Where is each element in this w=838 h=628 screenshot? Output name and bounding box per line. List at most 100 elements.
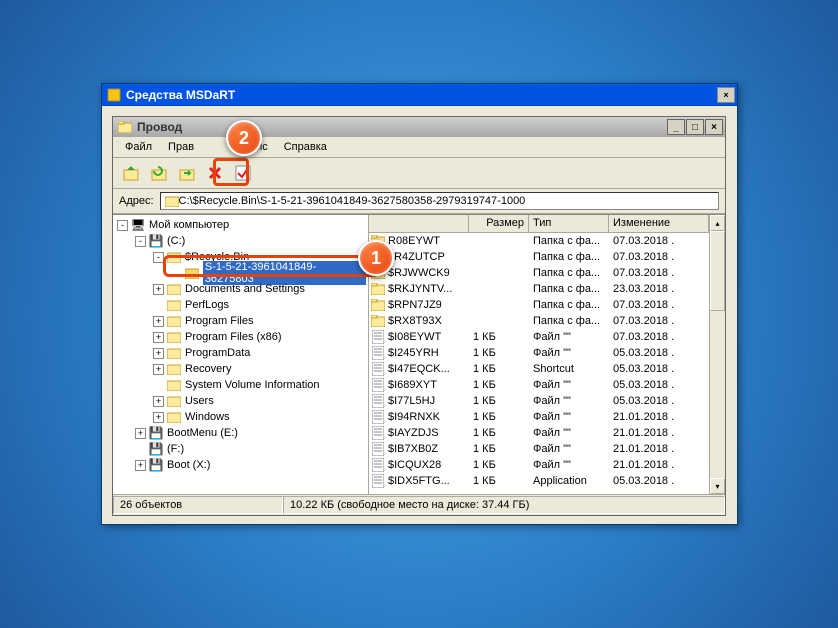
file-size: 1 КБ: [469, 473, 529, 489]
menu-edit[interactable]: Прав: [160, 139, 202, 155]
drive-icon: 💾: [148, 458, 164, 472]
status-count: 26 объектов: [113, 496, 283, 514]
file-type: Файл "": [529, 377, 609, 393]
list-item[interactable]: $IB7XB0Z1 КБФайл ""21.01.2018 .: [369, 441, 709, 457]
close-button[interactable]: ×: [705, 119, 723, 135]
folder-icon: [166, 298, 182, 312]
col-type[interactable]: Тип: [529, 215, 609, 232]
file-date: 05.03.2018 .: [609, 377, 709, 393]
tree-toggle[interactable]: +: [153, 348, 164, 359]
list-item[interactable]: $RX8T93XПапка с фа...07.03.2018 .: [369, 313, 709, 329]
outer-titlebar[interactable]: Средства MSDaRT ×: [102, 84, 737, 106]
menu-file[interactable]: Файл: [117, 139, 160, 155]
tree-toggle[interactable]: -: [135, 236, 146, 247]
tree-toggle[interactable]: +: [153, 316, 164, 327]
minimize-button[interactable]: _: [667, 119, 685, 135]
explorer-icon: [117, 119, 133, 135]
list-item[interactable]: $I08EYWT1 КБФайл ""07.03.2018 .: [369, 329, 709, 345]
tree-docs[interactable]: Documents and Settings: [185, 283, 305, 295]
col-date[interactable]: Изменение: [609, 215, 709, 232]
col-name[interactable]: [369, 215, 469, 232]
tree-f[interactable]: (F:): [167, 443, 184, 455]
file-date: 07.03.2018 .: [609, 297, 709, 313]
file-type: Папка с фа...: [529, 313, 609, 329]
inner-title: Провод: [137, 120, 667, 134]
tree-toggle[interactable]: +: [153, 396, 164, 407]
tree-pf86[interactable]: Program Files (x86): [185, 331, 282, 343]
list-item[interactable]: $RJWWCK9Папка с фа...07.03.2018 .: [369, 265, 709, 281]
scrollbar[interactable]: ▴ ▾: [709, 215, 725, 494]
tree-toggle[interactable]: +: [153, 284, 164, 295]
folder-icon: [166, 282, 182, 296]
list-item[interactable]: $I689XYT1 КБФайл ""05.03.2018 .: [369, 377, 709, 393]
list-item[interactable]: $I47EQCK...1 КБShortcut05.03.2018 .: [369, 361, 709, 377]
address-label: Адрес:: [119, 195, 154, 207]
maximize-button[interactable]: □: [686, 119, 704, 135]
tree-toggle[interactable]: +: [153, 412, 164, 423]
file-type: Папка с фа...: [529, 265, 609, 281]
file-name: $I47EQCK...: [388, 363, 450, 375]
file-date: 05.03.2018 .: [609, 393, 709, 409]
file-type: Файл "": [529, 393, 609, 409]
outer-close-button[interactable]: ×: [717, 87, 735, 103]
inner-titlebar[interactable]: Провод _ □ ×: [113, 117, 725, 137]
tree-c[interactable]: (C:): [167, 235, 185, 247]
list-item[interactable]: $I77L5HJ1 КБФайл ""05.03.2018 .: [369, 393, 709, 409]
file-size: [469, 271, 529, 275]
menubar: Файл Прав Сервис Справка: [113, 137, 725, 158]
tree-toggle[interactable]: -: [117, 220, 128, 231]
file-size: [469, 255, 529, 259]
list-item[interactable]: $I94RNXK1 КБФайл ""21.01.2018 .: [369, 409, 709, 425]
tree-bootmenu[interactable]: BootMenu (E:): [167, 427, 238, 439]
tree-users[interactable]: Users: [185, 395, 214, 407]
tree-rec[interactable]: Recovery: [185, 363, 231, 375]
tree-toggle[interactable]: +: [153, 332, 164, 343]
tree-root[interactable]: Мой компьютер: [149, 219, 229, 231]
app-icon: [106, 87, 122, 103]
file-name: $R4ZUTCP: [388, 251, 445, 263]
list-item[interactable]: $IDX5FTG...1 КБApplication05.03.2018 .: [369, 473, 709, 489]
col-size[interactable]: Размер: [469, 215, 529, 232]
tree-boot[interactable]: Boot (X:): [167, 459, 210, 471]
file-list[interactable]: Размер Тип Изменение R08EYWT Папка с фа..…: [369, 215, 709, 494]
file-name: $RJWWCK9: [388, 267, 450, 279]
tree-svi[interactable]: System Volume Information: [185, 379, 320, 391]
list-item[interactable]: $RKJYNTV...Папка с фа...23.03.2018 .: [369, 281, 709, 297]
list-item[interactable]: $R4ZUTCPПапка с фа...07.03.2018 .: [369, 249, 709, 265]
tree-toggle[interactable]: +: [135, 460, 146, 471]
list-item[interactable]: $I245YRH1 КБФайл ""05.03.2018 .: [369, 345, 709, 361]
address-input[interactable]: C:\$Recycle.Bin\S-1-5-21-3961041849-3627…: [160, 192, 719, 210]
tree-win[interactable]: Windows: [185, 411, 230, 423]
scroll-down-icon[interactable]: ▾: [710, 478, 725, 494]
list-item[interactable]: $IAYZDJS1 КБФайл ""21.01.2018 .: [369, 425, 709, 441]
list-item[interactable]: $RPN7JZ9Папка с фа...07.03.2018 .: [369, 297, 709, 313]
list-header: Размер Тип Изменение: [369, 215, 709, 233]
file-size: 1 КБ: [469, 457, 529, 473]
callout-1: 1: [358, 240, 394, 276]
folder-icon: [166, 378, 182, 392]
list-item[interactable]: $ICQUX281 КБФайл ""21.01.2018 .: [369, 457, 709, 473]
tree-pf[interactable]: Program Files: [185, 315, 253, 327]
outer-window: Средства MSDaRT × Провод _ □ × Файл Прав: [101, 83, 738, 525]
file-name: $IB7XB0Z: [388, 443, 438, 455]
menu-help[interactable]: Справка: [276, 139, 335, 155]
refresh-button[interactable]: [147, 161, 171, 185]
file-type: Файл "": [529, 329, 609, 345]
file-name: $RPN7JZ9: [388, 299, 442, 311]
drive-icon: 💾: [148, 442, 164, 456]
tree-toggle[interactable]: +: [153, 364, 164, 375]
file-type: Папка с фа...: [529, 233, 609, 249]
tree-pd[interactable]: ProgramData: [185, 347, 250, 359]
scroll-thumb[interactable]: [710, 231, 725, 311]
file-name: $RKJYNTV...: [388, 283, 452, 295]
file-name: R08EYWT: [388, 235, 440, 247]
file-name: $I94RNXK: [388, 411, 440, 423]
file-date: 07.03.2018 .: [609, 233, 709, 249]
tree-toggle[interactable]: +: [135, 428, 146, 439]
scroll-up-icon[interactable]: ▴: [710, 215, 725, 231]
move-button[interactable]: [175, 161, 199, 185]
up-button[interactable]: [119, 161, 143, 185]
list-item[interactable]: R08EYWT Папка с фа...07.03.2018 .: [369, 233, 709, 249]
tree-perflogs[interactable]: PerfLogs: [185, 299, 229, 311]
statusbar: 26 объектов 10.22 КБ (свободное место на…: [113, 494, 725, 514]
